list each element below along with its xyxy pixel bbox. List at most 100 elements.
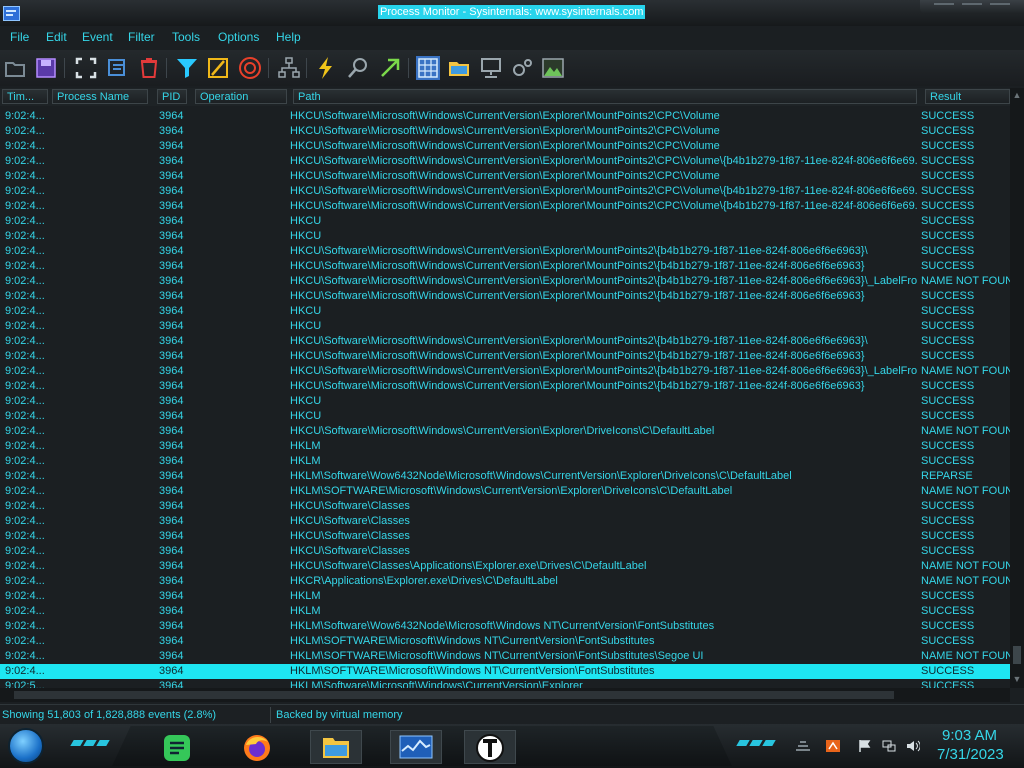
save-icon[interactable] xyxy=(34,56,58,80)
process-tree-icon[interactable] xyxy=(277,56,301,80)
include-process-icon[interactable] xyxy=(238,56,262,80)
table-row[interactable]: 9:02:4...Keygen.exe3964RegQueryKeyHKCU\S… xyxy=(0,499,1010,514)
jump-to-icon[interactable] xyxy=(378,56,402,80)
table-row[interactable]: 9:02:4...Keygen.exe3964RegSetInfoKeyHKCU… xyxy=(0,349,1010,364)
table-row[interactable]: 9:02:4...Keygen.exe3964RegOpenKeyHKLM\So… xyxy=(0,619,1010,634)
table-row[interactable]: 9:02:4...Keygen.exe3964RegOpenKeyHKCU\So… xyxy=(0,109,1010,124)
find-icon[interactable] xyxy=(346,56,370,80)
table-row[interactable]: 9:02:4...Keygen.exe3964RegOpenKeyHKCU\So… xyxy=(0,424,1010,439)
column-process-name[interactable]: Process Name xyxy=(52,89,148,104)
start-button[interactable] xyxy=(8,728,44,764)
column-result[interactable]: Result xyxy=(925,89,1010,104)
menu-edit[interactable]: Edit xyxy=(46,30,67,44)
table-row[interactable]: 9:02:4...Keygen.exe3964RegQueryKeyHKCUSU… xyxy=(0,304,1010,319)
process-monitor-app-icon[interactable] xyxy=(3,6,20,21)
minimize-icon[interactable] xyxy=(934,3,954,5)
horizontal-scroll-thumb[interactable] xyxy=(14,691,894,699)
filter-icon[interactable] xyxy=(175,56,199,80)
registry-activity-icon[interactable] xyxy=(416,56,440,80)
table-row[interactable]: 9:02:4...Keygen.exe3964RegCloseKeyHKCU\S… xyxy=(0,289,1010,304)
process-monitor-icon[interactable] xyxy=(399,735,433,759)
cell-result: SUCCESS xyxy=(921,290,975,302)
table-row[interactable]: 9:02:4...Keygen.exe3964RegQueryKeyHKCU\S… xyxy=(0,139,1010,154)
table-row[interactable]: 9:02:4...Keygen.exe3964RegOpenKeyHKCU\So… xyxy=(0,334,1010,349)
task-slot-procmon[interactable] xyxy=(390,730,442,764)
notes-app-icon[interactable] xyxy=(162,733,192,763)
capture-icon[interactable] xyxy=(74,56,98,80)
menu-tools[interactable]: Tools xyxy=(172,30,200,44)
table-row[interactable]: 9:02:4...Keygen.exe3964RegQueryKeyHKLMSU… xyxy=(0,604,1010,619)
highlight-icon[interactable] xyxy=(206,56,230,80)
volume-icon[interactable] xyxy=(906,740,920,752)
vertical-scrollbar[interactable]: ▲ ▼ xyxy=(1010,88,1024,688)
table-row[interactable]: 9:02:4...Keygen.exe3964RegQueryKeyHKLMSU… xyxy=(0,589,1010,604)
table-row[interactable]: 9:02:4...Keygen.exe3964RegQueryKeyHKCU\S… xyxy=(0,514,1010,529)
table-row[interactable]: 9:02:4...Keygen.exe3964RegQueryKeyHKLMSU… xyxy=(0,454,1010,469)
table-row[interactable]: 9:02:4...Keygen.exe3964RegCloseKeyHKLM\S… xyxy=(0,664,1010,679)
table-row[interactable]: 9:02:4...Keygen.exe3964RegQueryKeyHKCU\S… xyxy=(0,544,1010,559)
network-icon[interactable] xyxy=(882,740,896,752)
column-path[interactable]: Path xyxy=(293,89,917,104)
flag-icon[interactable] xyxy=(858,740,872,752)
table-row[interactable]: 9:02:4...Keygen.exe3964RegQueryKeyHKCUSU… xyxy=(0,214,1010,229)
menu-options[interactable]: Options xyxy=(218,30,259,44)
table-row[interactable]: 9:02:4...Keygen.exe3964RegQueryKeyHKCUSU… xyxy=(0,394,1010,409)
jump-icon[interactable] xyxy=(314,56,338,80)
event-list[interactable]: 9:02:4...Keygen.exe3964RegOpenKeyHKCU\So… xyxy=(0,108,1010,688)
clock-date[interactable]: 7/31/2023 xyxy=(937,746,1004,763)
table-row[interactable]: 9:02:5...Keygen.exe3964RegQueryKeyHKLM\S… xyxy=(0,679,1010,688)
column-pid[interactable]: PID xyxy=(157,89,187,104)
file-explorer-icon[interactable] xyxy=(321,734,351,760)
open-icon[interactable] xyxy=(4,56,28,80)
table-row[interactable]: 9:02:4...Keygen.exe3964RegQueryKeyHKLMSU… xyxy=(0,439,1010,454)
process-activity-icon[interactable] xyxy=(510,56,534,80)
task-slot-explorer[interactable] xyxy=(310,730,362,764)
table-row[interactable]: 9:02:4...Keygen.exe3964RegQueryKeyHKCU\S… xyxy=(0,529,1010,544)
table-row[interactable]: 9:02:4...Keygen.exe3964RegQueryValueHKCU… xyxy=(0,184,1010,199)
table-row[interactable]: 9:02:4...Keygen.exe3964RegQueryValueHKLM… xyxy=(0,649,1010,664)
scroll-up-icon[interactable]: ▲ xyxy=(1012,90,1022,100)
table-row[interactable]: 9:02:4...Keygen.exe3964RegSetInfoKeyHKCU… xyxy=(0,259,1010,274)
table-row[interactable]: 9:02:4...Keygen.exe3964RegOpenKeyHKCU\So… xyxy=(0,244,1010,259)
table-row[interactable]: 9:02:4...Keygen.exe3964RegQueryValueHKCU… xyxy=(0,364,1010,379)
table-row[interactable]: 9:02:4...Keygen.exe3964RegCloseKeyHKCU\S… xyxy=(0,199,1010,214)
clock-time[interactable]: 9:03 AM xyxy=(942,727,997,744)
table-row[interactable]: 9:02:4...Keygen.exe3964RegCloseKeyHKCU\S… xyxy=(0,169,1010,184)
table-row[interactable]: 9:02:4...Keygen.exe3964RegOpenKeyHKCR\Ap… xyxy=(0,574,1010,589)
file-activity-icon[interactable] xyxy=(447,56,471,80)
cell-path: HKLM\Software\Microsoft\Windows\CurrentV… xyxy=(290,680,583,688)
clear-icon[interactable] xyxy=(137,56,161,80)
table-row[interactable]: 9:02:4...Keygen.exe3964RegSetInfoKeyHKCU… xyxy=(0,124,1010,139)
menu-file[interactable]: File xyxy=(10,30,29,44)
table-row[interactable]: 9:02:4...Keygen.exe3964RegOpenKeyHKCU\So… xyxy=(0,154,1010,169)
table-row[interactable]: 9:02:4...Keygen.exe3964RegQueryKeyHKCUSU… xyxy=(0,409,1010,424)
maximize-icon[interactable] xyxy=(962,3,982,5)
menu-event[interactable]: Event xyxy=(82,30,113,44)
vertical-scroll-thumb[interactable] xyxy=(1013,646,1021,664)
task-slot-keygen[interactable] xyxy=(464,730,516,764)
table-row[interactable]: 9:02:4...Keygen.exe3964RegSetInfoKeyHKLM… xyxy=(0,634,1010,649)
close-icon[interactable] xyxy=(990,3,1010,5)
cell-pid: 3964 xyxy=(159,470,184,482)
table-row[interactable]: 9:02:4...Keygen.exe3964RegQueryKeyHKCUSU… xyxy=(0,229,1010,244)
horizontal-scrollbar[interactable] xyxy=(0,688,1010,702)
column-time[interactable]: Tim... xyxy=(2,89,48,104)
menu-help[interactable]: Help xyxy=(276,30,301,44)
table-row[interactable]: 9:02:4...Keygen.exe3964RegOpenKeyHKLM\SO… xyxy=(0,484,1010,499)
table-row[interactable]: 9:02:4...Keygen.exe3964RegCloseKeyHKCU\S… xyxy=(0,379,1010,394)
autoscroll-icon[interactable] xyxy=(106,56,130,80)
tray-app-icon[interactable] xyxy=(826,740,840,752)
profiling-activity-icon[interactable] xyxy=(541,56,565,80)
table-row[interactable]: 9:02:4...Keygen.exe3964RegOpenKeyHKLM\So… xyxy=(0,469,1010,484)
network-activity-icon[interactable] xyxy=(479,56,503,80)
scroll-down-icon[interactable]: ▼ xyxy=(1012,674,1022,684)
menu-filter[interactable]: Filter xyxy=(128,30,155,44)
table-row[interactable]: 9:02:4...Keygen.exe3964RegQueryKeyHKCUSU… xyxy=(0,319,1010,334)
table-row[interactable]: 9:02:4...Keygen.exe3964RegOpenKeyHKCU\So… xyxy=(0,559,1010,574)
keygen-app-icon[interactable] xyxy=(475,733,505,763)
show-desktop-icon[interactable] xyxy=(796,740,810,752)
firefox-icon[interactable] xyxy=(242,733,272,763)
column-operation[interactable]: Operation xyxy=(195,89,287,104)
table-row[interactable]: 9:02:4...Keygen.exe3964RegQueryValueHKCU… xyxy=(0,274,1010,289)
window-controls[interactable] xyxy=(920,0,1024,14)
